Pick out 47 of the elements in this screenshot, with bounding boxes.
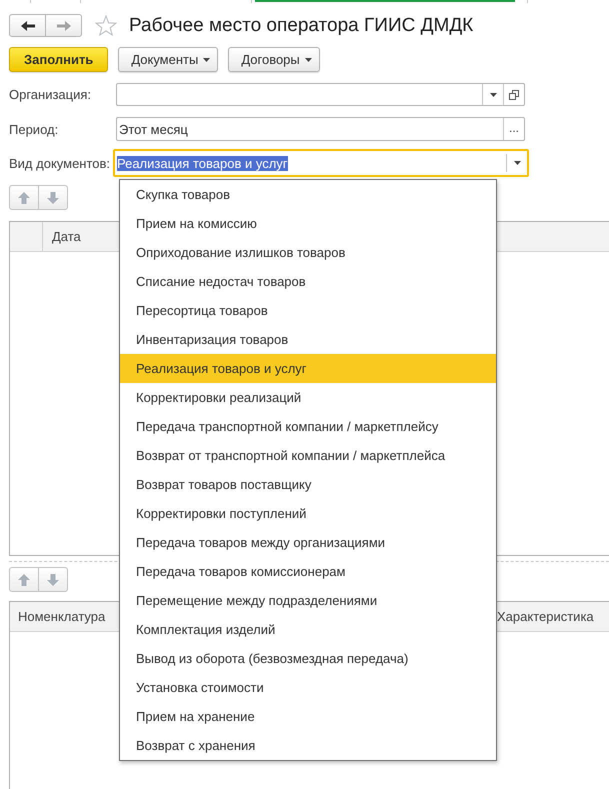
caret-icon [514,161,520,165]
column-header: Номенклатура [18,609,106,624]
menu-button[interactable]: Документы [118,47,218,72]
caret-icon [304,58,312,62]
menu-button[interactable]: Договоры [228,47,320,72]
dropdown-option[interactable]: Пересортица товаров [120,296,496,325]
arrow-up-icon [18,574,30,586]
arrow-down-icon [47,574,59,586]
dropdown-field[interactable]: Реализация товаров и услуг [113,149,529,177]
period-field[interactable]: Этот месяц ... [116,117,525,141]
dropdown-option[interactable]: Корректировки поступлений [120,499,496,528]
dropdown-option[interactable]: Установка стоимости [120,673,496,702]
caret-icon [490,92,496,96]
dropdown-option[interactable]: Возврат с хранения [120,731,496,760]
back-button[interactable] [9,14,46,37]
lookup-field[interactable] [116,83,525,106]
dropdown-option[interactable]: Вывод из оборота (безвозмездная передача) [120,644,496,673]
dropdown-option[interactable]: Корректировки реализаций [120,383,496,412]
dropdown-option[interactable]: Возврат товаров поставщику [120,470,496,499]
field-label: Вид документов: [9,156,112,170]
caret-icon [203,58,210,62]
dropdown-option[interactable]: Прием на хранение [120,702,496,731]
dropdown-option[interactable]: Передача транспортной компании / маркетплейсу [120,412,496,441]
star-icon[interactable] [95,15,117,36]
column-header: Характеристика [497,609,594,624]
dropdown-option[interactable]: Скупка товаров [120,180,496,209]
arrow-up-icon [18,192,30,204]
column-header: Дата [52,229,81,244]
primary-button[interactable]: Заполнить [9,47,108,72]
dropdown-option[interactable]: Реализация товаров и услуг [120,354,496,383]
window-title: Рабочее место оператора ГИИС ДМДК [129,14,474,37]
select-button[interactable]: ... [503,118,524,140]
arrow-down-icon [47,192,59,204]
arrow-left-icon [20,20,34,30]
dropdown-option[interactable]: Возврат от транспортной компании / маркетплейса [120,441,496,470]
dropdown-option[interactable]: Передача товаров комиссионерам [120,557,496,586]
dropdown-option[interactable]: Передача товаров между организациями [120,528,496,557]
dropdown-option[interactable]: Оприходование излишков товаров [120,238,496,267]
overlapping-squares-icon [509,90,519,100]
dropdown-option[interactable]: Комплектация изделий [120,615,496,644]
dropdown-option[interactable]: Перемещение между подразделениями [120,586,496,615]
dropdown-option[interactable]: Прием на комиссию [120,209,496,238]
dropdown-option[interactable]: Списание недостач товаров [120,267,496,296]
field-label: Период: [9,122,60,136]
field-label: Организация: [9,87,92,102]
dropdown-option[interactable]: Инвентаризация товаров [120,325,496,354]
arrow-right-icon [56,20,70,30]
